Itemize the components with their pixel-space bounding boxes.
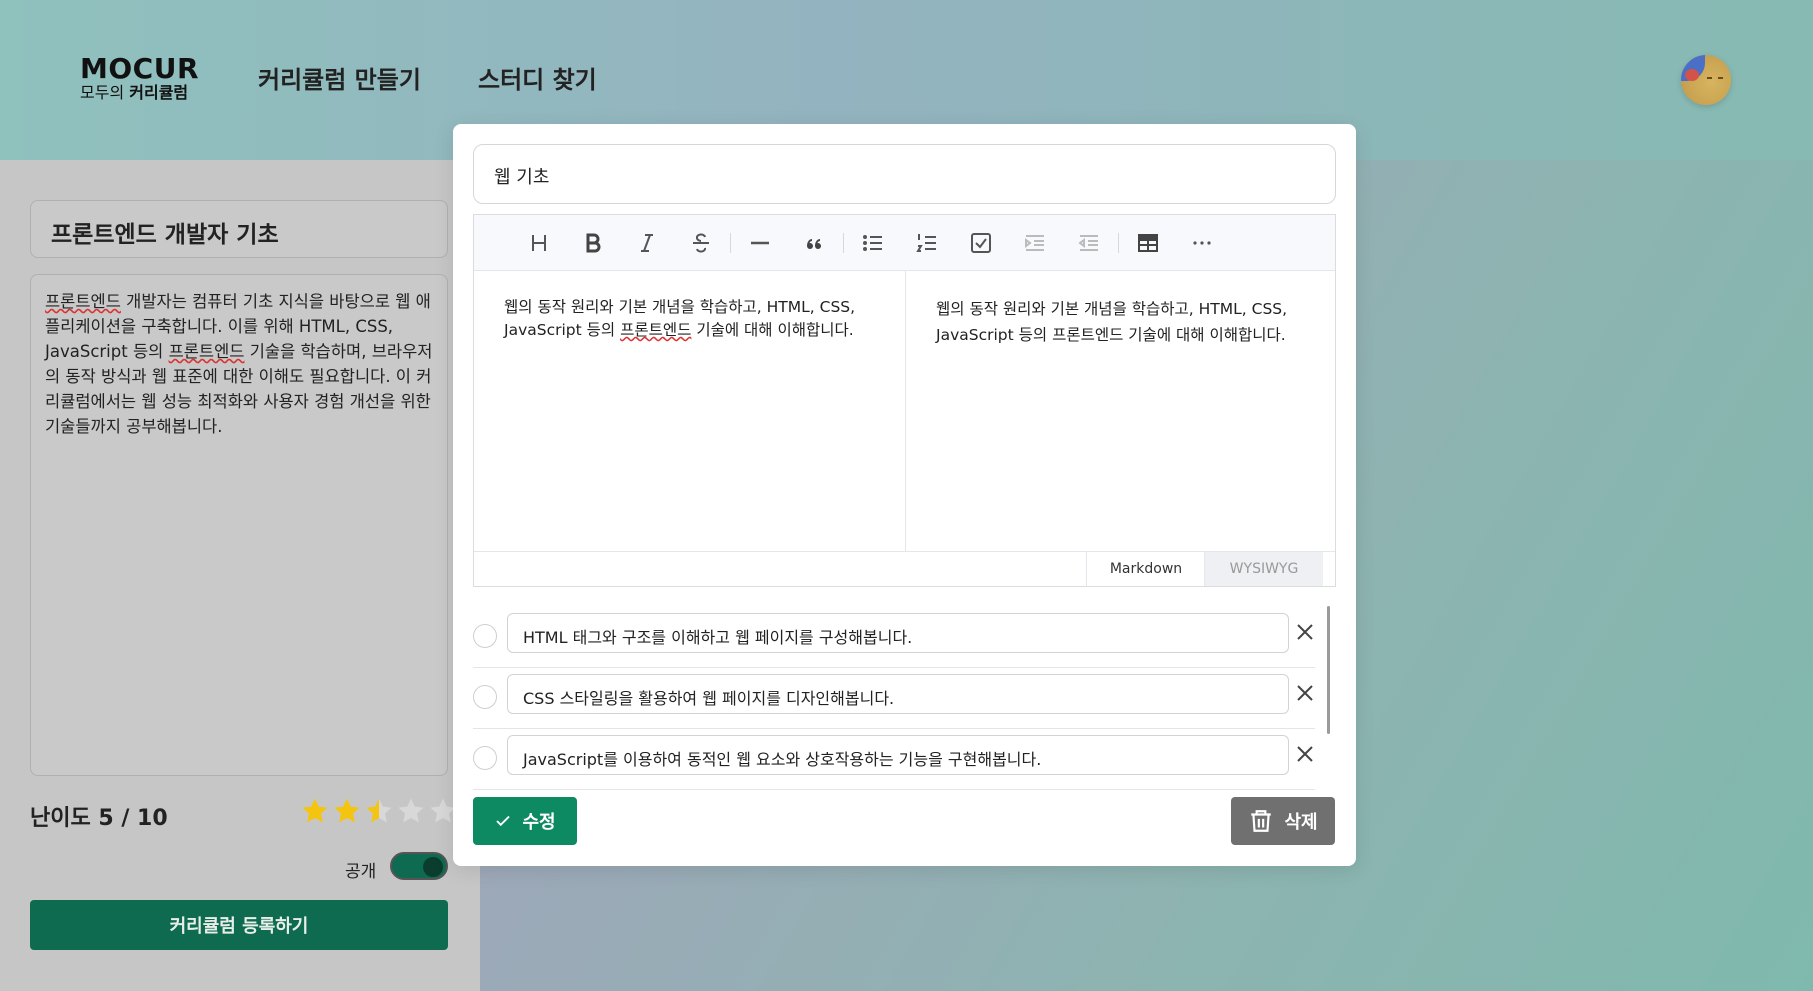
logo[interactable]: MOCUR 모두의 커리큘럼 bbox=[80, 54, 210, 102]
edit-button[interactable]: 수정 bbox=[473, 797, 577, 845]
ordered-list-icon[interactable] bbox=[900, 223, 954, 263]
logo-subtitle: 모두의 커리큘럼 bbox=[80, 84, 210, 102]
delete-button[interactable]: 삭제 bbox=[1231, 797, 1335, 845]
todo-input[interactable]: HTML 태그와 구조를 이해하고 웹 페이지를 구성해봅니다. bbox=[507, 613, 1289, 653]
star-icon[interactable] bbox=[364, 796, 394, 826]
outdent-icon[interactable] bbox=[1062, 223, 1116, 263]
heading-icon[interactable] bbox=[512, 223, 566, 263]
public-toggle[interactable] bbox=[390, 852, 448, 880]
todo-checkbox[interactable] bbox=[473, 685, 497, 709]
bold-icon[interactable] bbox=[566, 223, 620, 263]
markdown-pane[interactable]: 웹의 동작 원리와 기본 개념을 학습하고, HTML, CSS, JavaSc… bbox=[474, 271, 906, 551]
preview-pane: 웹의 동작 원리와 기본 개념을 학습하고, HTML, CSS, JavaSc… bbox=[936, 300, 1288, 344]
curriculum-description-input[interactable]: 프론트엔드 개발자는 컴퓨터 기초 지식을 바탕으로 웹 애플리케이션을 구축합… bbox=[30, 274, 448, 776]
nav-create-curriculum[interactable]: 커리큘럼 만들기 bbox=[258, 64, 421, 96]
indent-icon[interactable] bbox=[1008, 223, 1062, 263]
close-icon[interactable] bbox=[1293, 742, 1317, 766]
italic-icon[interactable] bbox=[620, 223, 674, 263]
mode-switch: Markdown WYSIWYG bbox=[474, 551, 1335, 587]
todo-input[interactable]: CSS 스타일링을 활용하여 웹 페이지를 디자인해봅니다. bbox=[507, 674, 1289, 714]
editor-toolbar bbox=[474, 215, 1335, 271]
difficulty-stars[interactable] bbox=[300, 796, 458, 828]
toggle-knob bbox=[423, 857, 443, 877]
register-curriculum-button[interactable]: 커리큘럼 등록하기 bbox=[30, 900, 448, 950]
quote-icon[interactable] bbox=[787, 223, 841, 263]
todo-checkbox[interactable] bbox=[473, 746, 497, 770]
spellcheck-word: 프론트엔드 bbox=[45, 292, 121, 311]
modal-title-input[interactable]: 웹 기초 bbox=[473, 144, 1336, 204]
todo-input[interactable]: JavaScript를 이용하여 동적인 웹 요소와 상호작용하는 기능을 구현… bbox=[507, 735, 1289, 775]
tab-markdown[interactable]: Markdown bbox=[1086, 552, 1205, 586]
edit-modal: 웹 기초 웹의 동작 원리와 기본 개념을 학습하고, HTML, CSS, J… bbox=[453, 124, 1356, 866]
logo-title: MOCUR bbox=[80, 52, 200, 85]
markdown-text: 기술에 대해 이해합니다. bbox=[691, 321, 854, 339]
delete-button-label: 삭제 bbox=[1284, 812, 1318, 833]
avatar-eye bbox=[1707, 77, 1712, 79]
star-icon[interactable] bbox=[332, 796, 362, 826]
tab-wysiwyg[interactable]: WYSIWYG bbox=[1204, 552, 1323, 586]
todo-checkbox[interactable] bbox=[473, 624, 497, 648]
spellcheck-word: 프론트엔드 bbox=[168, 342, 245, 361]
todo-scrollbar[interactable] bbox=[1327, 606, 1330, 734]
star-icon[interactable] bbox=[300, 796, 330, 826]
public-label: 공개 bbox=[345, 862, 377, 882]
avatar-red-shape bbox=[1685, 69, 1699, 81]
todo-row: CSS 스타일링을 활용하여 웹 페이지를 디자인해봅니다. bbox=[473, 667, 1315, 729]
logo-subtitle-bold: 커리큘럼 bbox=[129, 83, 189, 102]
nav-find-study[interactable]: 스터디 찾기 bbox=[478, 64, 597, 96]
strike-icon[interactable] bbox=[674, 223, 728, 263]
table-icon[interactable] bbox=[1121, 223, 1175, 263]
close-icon[interactable] bbox=[1293, 620, 1317, 644]
hr-icon[interactable] bbox=[733, 223, 787, 263]
close-icon[interactable] bbox=[1293, 681, 1317, 705]
todo-row: HTML 태그와 구조를 이해하고 웹 페이지를 구성해봅니다. bbox=[473, 606, 1315, 668]
spellcheck-word: 프론트엔드 bbox=[620, 321, 692, 339]
logo-subtitle-prefix: 모두의 bbox=[80, 83, 130, 102]
todo-list: HTML 태그와 구조를 이해하고 웹 페이지를 구성해봅니다. CSS 스타일… bbox=[473, 606, 1315, 790]
curriculum-panel: 프론트엔드 개발자 기초 프론트엔드 개발자는 컴퓨터 기초 지식을 바탕으로 … bbox=[0, 160, 480, 991]
toolbar-divider bbox=[730, 232, 731, 253]
curriculum-title-input[interactable]: 프론트엔드 개발자 기초 bbox=[30, 200, 448, 258]
toolbar-divider bbox=[1118, 232, 1119, 253]
more-icon[interactable] bbox=[1175, 223, 1229, 263]
edit-button-label: 수정 bbox=[522, 812, 556, 833]
avatar[interactable] bbox=[1681, 55, 1731, 105]
avatar-eye bbox=[1718, 77, 1723, 79]
star-icon[interactable] bbox=[396, 796, 426, 826]
check-icon bbox=[496, 815, 511, 827]
markdown-editor: 웹의 동작 원리와 기본 개념을 학습하고, HTML, CSS, JavaSc… bbox=[473, 214, 1336, 587]
toolbar-divider bbox=[843, 232, 844, 253]
task-icon[interactable] bbox=[954, 223, 1008, 263]
todo-row: JavaScript를 이용하여 동적인 웹 요소와 상호작용하는 기능을 구현… bbox=[473, 728, 1315, 790]
difficulty-label: 난이도 5 / 10 bbox=[30, 806, 168, 831]
trash-icon bbox=[1251, 810, 1272, 832]
bullet-list-icon[interactable] bbox=[846, 223, 900, 263]
